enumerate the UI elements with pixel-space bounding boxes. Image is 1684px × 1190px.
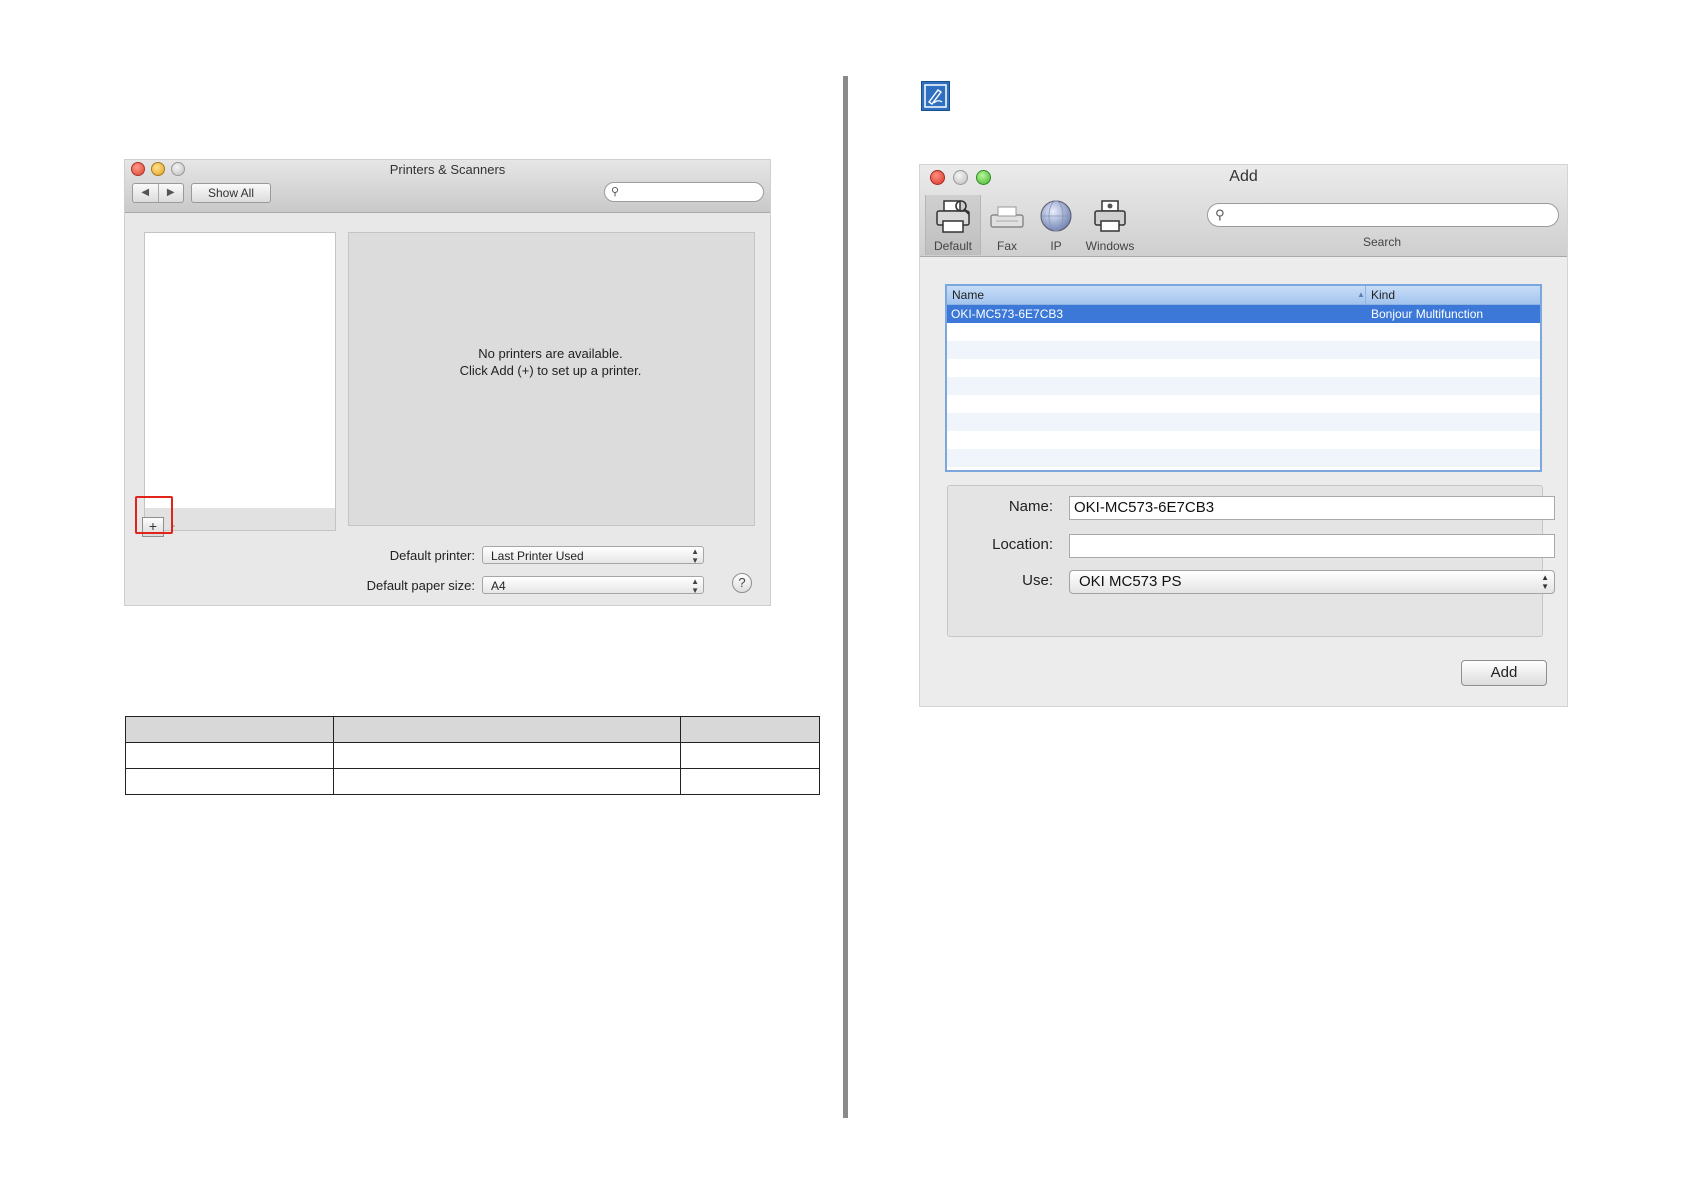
table-cell [125,768,334,795]
help-button[interactable]: ? [732,573,752,593]
add-button[interactable]: Add [1461,660,1547,686]
window-title: Add [1229,168,1258,185]
add-printer-window: Add Default Fax IP Windows ⚲ Search Name… [920,165,1567,706]
search-icon: ⚲ [1215,207,1225,222]
search-icon: ⚲ [611,186,620,198]
show-all-button[interactable]: Show All [191,183,271,203]
default-printer-select[interactable]: Last Printer Used ▲ ▼ [482,546,704,565]
default-paper-size-select[interactable]: A4 ▲ ▼ [482,576,704,595]
table-row-empty [947,413,1540,431]
empty-table [125,716,820,795]
printer-browser-table: Name ▲ Kind OKI-MC573-6E7CB3 Bonjour Mul… [945,284,1542,472]
name-field[interactable]: OKI-MC573-6E7CB3 [1069,496,1555,520]
forward-arrow-icon[interactable]: ▶ [159,184,184,202]
column-separator [1365,286,1366,304]
printer-list[interactable] [144,232,336,509]
table-header-cell [680,716,820,743]
back-arrow-icon[interactable]: ◀ [133,184,159,202]
location-field[interactable] [1069,534,1555,558]
use-label: Use: [1022,572,1053,589]
table-cell [333,742,681,769]
printer-icon [936,200,970,233]
table-header: Name ▲ Kind [947,286,1540,305]
empty-message: No printers are available. Click Add (+)… [348,345,753,379]
table-cell [680,742,820,769]
updown-arrows-icon: ▲ ▼ [1541,573,1549,591]
toolbar-default[interactable]: Default [925,195,981,255]
row-name: OKI-MC573-6E7CB3 [951,307,1064,321]
printer-details-box: Name: OKI-MC573-6E7CB3 Location: Use: OK… [947,485,1555,637]
toolbar-ip-label: IP [1050,239,1062,253]
use-driver-select[interactable]: OKI MC573 PS ▲ ▼ [1069,570,1555,594]
use-driver-value: OKI MC573 PS [1079,573,1182,590]
search-input[interactable]: ⚲ [1207,203,1559,227]
table-cell [125,742,334,769]
page-divider [843,76,848,1118]
toolbar-fax-label: Fax [996,239,1017,253]
toolbar-windows-label: Windows [1085,239,1135,253]
table-row-empty [947,341,1540,359]
table-row [125,742,820,769]
updown-arrows-icon: ▲ ▼ [691,577,699,595]
titlebar: Add Default Fax IP Windows ⚲ Search [920,165,1567,257]
row-kind: Bonjour Multifunction [1371,307,1484,321]
table-row-empty [947,431,1540,449]
titlebar: Printers & Scanners ◀ ▶ Show All ⚲ [125,160,770,213]
name-label: Name: [1008,498,1053,515]
navigation-segment: ◀ ▶ [132,183,184,203]
column-header-kind[interactable]: Kind [1371,286,1395,304]
printers-scanners-window: Printers & Scanners ◀ ▶ Show All ⚲ + - N… [125,160,770,605]
toolbar-default-label: Default [933,239,973,253]
window-title: Printers & Scanners [389,162,506,177]
empty-message-line1: No printers are available. [478,346,623,361]
table-row-empty [947,377,1540,395]
globe-icon [1040,200,1072,232]
toolbar-fax[interactable]: Fax [982,195,1032,255]
default-printer-label: Default printer: [389,548,475,563]
note-pencil-icon [921,81,950,111]
table-header-row [125,716,820,743]
empty-message-line2: Click Add (+) to set up a printer. [459,363,642,378]
table-row [125,768,820,795]
search-label: Search [1362,235,1402,249]
table-cell [680,768,820,795]
default-printer-value: Last Printer Used [491,549,584,563]
printer-detail-pane [348,232,755,526]
column-header-name[interactable]: Name [952,286,984,304]
table-row-empty [947,359,1540,377]
location-label: Location: [992,536,1053,553]
table-header-cell [333,716,681,743]
highlight-frame [135,496,173,534]
table-header-cell [125,716,334,743]
toolbar-ip[interactable]: IP [1036,195,1076,255]
updown-arrows-icon: ▲ ▼ [691,547,699,565]
table-row-empty [947,395,1540,413]
table-cell [333,768,681,795]
toolbar-windows[interactable]: Windows [1078,195,1142,255]
default-paper-size-value: A4 [491,579,506,593]
table-row-empty [947,323,1540,341]
default-paper-size-label: Default paper size: [366,578,475,593]
windows-printer-icon [1094,200,1126,232]
fax-icon [990,206,1024,228]
table-row[interactable]: OKI-MC573-6E7CB3 Bonjour Multifunction [947,305,1540,323]
sort-ascending-icon: ▲ [1357,290,1365,299]
search-input[interactable]: ⚲ [604,182,764,202]
table-row-empty [947,449,1540,467]
